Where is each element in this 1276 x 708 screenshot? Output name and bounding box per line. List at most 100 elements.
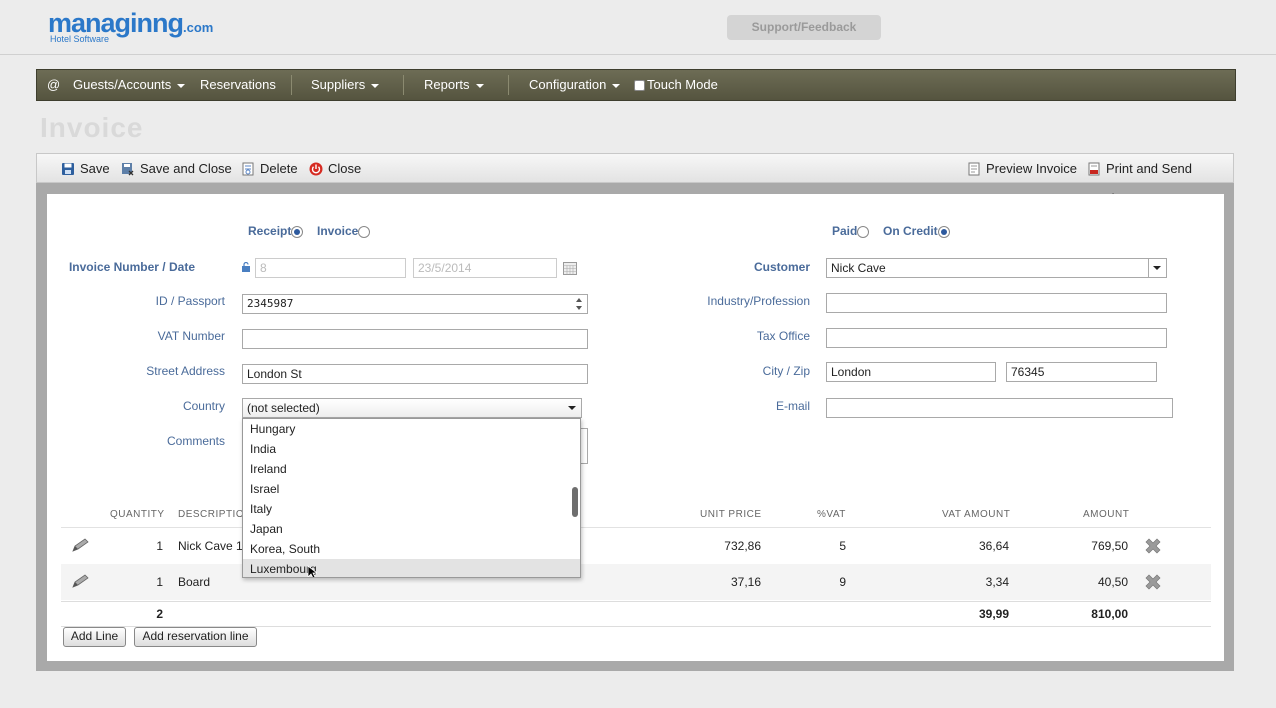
cell-amount: 40,50 (1097, 575, 1128, 589)
chevron-down-icon (177, 83, 186, 88)
on-credit-option[interactable]: On Credit (883, 224, 950, 238)
vat-number-field[interactable] (242, 329, 588, 349)
save-and-close-button[interactable]: Save and Close (121, 154, 232, 184)
invoice-label: Invoice (317, 224, 359, 238)
email-field[interactable] (826, 398, 1173, 418)
country-option[interactable]: Japan (243, 519, 570, 539)
industry-profession-field[interactable] (826, 293, 1167, 313)
close-button[interactable]: Close (309, 154, 361, 184)
customer-dropdown-button[interactable] (1148, 259, 1166, 277)
id-passport-label: ID / Passport (155, 294, 225, 308)
top-bar: managinng.com Hotel Software Support/Fee… (0, 0, 1276, 55)
header-unit-price: UNIT PRICE (700, 509, 762, 520)
logo-subtitle: Hotel Software (50, 34, 110, 44)
cell-vat-percent: 5 (839, 539, 846, 553)
country-option[interactable]: Italy (243, 499, 570, 519)
nav-label: Reports (424, 77, 470, 92)
nav-label: Reservations (200, 77, 276, 92)
invoice-panel: Save Save and Close Delete Close Preview… (36, 153, 1234, 671)
calendar-icon[interactable] (563, 262, 577, 275)
at-icon[interactable]: @ (47, 70, 60, 100)
tax-office-field[interactable] (826, 328, 1167, 348)
total-amount: 810,00 (1091, 607, 1128, 621)
touch-mode-label: Touch Mode (647, 77, 718, 92)
paid-radio[interactable] (857, 225, 870, 238)
city-field[interactable]: London (826, 362, 996, 382)
invoice-number-date-label: Invoice Number / Date (68, 260, 195, 274)
print-send-invoice-button[interactable]: Print and Send Invoice (1087, 154, 1233, 206)
support-feedback-button[interactable]: Support/Feedback (727, 15, 881, 40)
cell-unit-price: 732,86 (724, 539, 761, 553)
table-header-row: QUANTITY DESCRIPTIO UNIT PRICE %VAT VAT … (61, 501, 1211, 528)
save-label: Save (80, 161, 110, 176)
country-select[interactable]: (not selected) (242, 398, 582, 418)
country-option-highlighted[interactable]: Luxembourg (243, 559, 580, 577)
delete-row-icon[interactable] (1143, 572, 1163, 592)
cell-description: Board (178, 575, 211, 589)
main-nav: @ Guests/Accounts Reservations Suppliers… (36, 69, 1236, 101)
logo[interactable]: managinng.com Hotel Software (48, 9, 213, 44)
total-quantity: 2 (156, 607, 163, 621)
receipt-option[interactable]: Receipt (248, 224, 304, 238)
nav-guests-accounts[interactable]: Guests/Accounts (73, 70, 186, 100)
country-option[interactable]: India (243, 439, 570, 459)
street-address-field[interactable]: London St (242, 364, 588, 384)
nav-label: Guests/Accounts (73, 77, 172, 92)
customer-value: Nick Cave (831, 261, 886, 275)
header-amount: AMOUNT (1083, 509, 1130, 520)
paid-option[interactable]: Paid (832, 224, 870, 238)
add-reservation-line-button[interactable]: Add reservation line (134, 627, 257, 647)
invoice-option[interactable]: Invoice (317, 224, 371, 238)
delete-button[interactable]: Delete (241, 154, 298, 184)
receipt-radio[interactable] (291, 225, 304, 238)
country-label: Country (182, 399, 225, 413)
chevron-down-icon (371, 83, 380, 88)
dropdown-scrollbar[interactable] (572, 487, 578, 517)
on-credit-radio[interactable] (937, 225, 950, 238)
country-option[interactable]: Ireland (243, 459, 570, 479)
customer-select[interactable]: Nick Cave (826, 258, 1167, 278)
mouse-cursor-icon (307, 565, 317, 577)
id-passport-stepper[interactable]: 2345987 (242, 294, 588, 314)
nav-reports[interactable]: Reports (424, 70, 484, 100)
pencil-edit-icon[interactable] (71, 574, 91, 590)
table-row[interactable]: 1 Nick Cave 1 732,86 5 36,64 769,50 (61, 528, 1211, 564)
total-vat-amount: 39,99 (978, 607, 1009, 621)
touch-mode-checkbox[interactable] (634, 80, 645, 92)
delete-row-icon[interactable] (1143, 536, 1163, 556)
close-label: Close (328, 161, 362, 176)
save-button[interactable]: Save (61, 154, 110, 184)
nav-divider (291, 75, 292, 95)
table-row[interactable]: 1 Board 37,16 9 3,34 40,50 (61, 564, 1211, 600)
nav-suppliers[interactable]: Suppliers (311, 70, 380, 100)
country-option[interactable]: Hungary (243, 419, 570, 439)
country-dropdown-list[interactable]: Hungary India Ireland Israel Italy Japan… (242, 418, 581, 578)
add-line-button[interactable]: Add Line (63, 627, 126, 647)
chevron-down-icon (568, 406, 576, 410)
nav-label: Configuration (529, 77, 607, 92)
cell-quantity: 1 (156, 575, 163, 589)
preview-icon (968, 162, 980, 176)
stepper-arrows-icon[interactable] (575, 297, 583, 311)
preview-invoice-label: Preview Invoice (986, 161, 1078, 176)
comments-label: Comments (166, 434, 225, 448)
comments-textarea[interactable] (581, 428, 588, 464)
touch-mode-toggle[interactable]: Touch Mode (634, 70, 718, 100)
country-option[interactable]: Israel (243, 479, 570, 499)
power-icon (309, 162, 323, 176)
cell-vat-amount: 3,34 (985, 575, 1009, 589)
nav-configuration[interactable]: Configuration (529, 70, 621, 100)
toolbar: Save Save and Close Delete Close Preview… (36, 153, 1234, 206)
zip-field[interactable]: 76345 (1006, 362, 1157, 382)
cell-description: Nick Cave 1 (178, 539, 243, 553)
cell-quantity: 1 (156, 539, 163, 553)
country-option[interactable]: Korea, South (243, 539, 570, 559)
invoice-form: Receipt Invoice Paid On Credit Invoice N… (47, 194, 1224, 661)
delete-label: Delete (260, 161, 298, 176)
preview-invoice-button[interactable]: Preview Invoice (967, 154, 1077, 184)
invoice-radio[interactable] (358, 225, 371, 238)
tax-office-label: Tax Office (756, 329, 810, 343)
lock-icon (242, 262, 250, 272)
pencil-edit-icon[interactable] (71, 538, 91, 554)
nav-reservations[interactable]: Reservations (200, 70, 276, 100)
